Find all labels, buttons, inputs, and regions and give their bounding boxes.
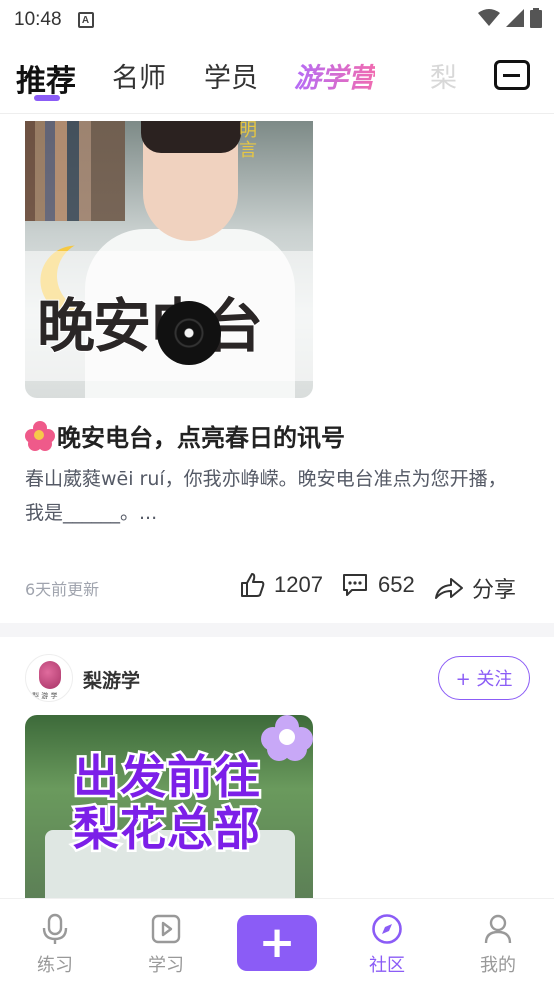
top-tab-bar: 推荐 名师 学员 游学营 梨 [0, 46, 554, 112]
post-thumbnail[interactable]: 出发前往 梨花总部 [25, 715, 313, 900]
post-excerpt[interactable]: 春山葳蕤wēi ruí，你我亦峥嵘。晚安电台准点为您开播，我是______。..… [25, 462, 525, 530]
author-row: 梨 游 学 梨游学 + 关注 [25, 652, 530, 704]
vertical-caption: 明言 [239, 121, 257, 161]
person-hair-graphic [141, 121, 241, 153]
create-post-button[interactable]: + [237, 915, 317, 971]
tab-recommend[interactable]: 推荐 [16, 56, 76, 100]
bottom-nav: 练习 学习 + 社区 我的 [0, 898, 554, 985]
comment-count: 652 [378, 572, 415, 597]
share-label: 分享 [472, 577, 517, 602]
microphone-icon [42, 913, 68, 944]
like-count: 1207 [274, 572, 323, 597]
flower-icon [25, 420, 55, 451]
wifi-icon [478, 9, 500, 26]
notification-icon: A [77, 12, 94, 28]
status-icons [478, 8, 542, 28]
nav-community[interactable]: 社区 [352, 913, 422, 977]
nav-label: 学习 [148, 955, 184, 976]
status-bar: 10:48 A [0, 0, 554, 40]
nav-label: 我的 [480, 955, 516, 976]
thumbnail-title-line2: 梨花总部 [71, 801, 263, 858]
share-button[interactable]: 分享 [434, 572, 516, 604]
nav-study[interactable]: 学习 [131, 913, 201, 977]
thumbs-up-icon [241, 573, 265, 597]
post-updated-time: 6天前更新 [25, 580, 100, 599]
tab-students[interactable]: 学员 [204, 56, 258, 95]
bookshelf-graphic [25, 121, 125, 221]
follow-button[interactable]: + 关注 [438, 656, 530, 700]
comment-button[interactable]: 652 [342, 572, 415, 598]
avatar[interactable]: 梨 游 学 [25, 654, 73, 702]
nav-profile[interactable]: 我的 [463, 913, 533, 977]
post-thumbnail[interactable]: 明言 晚安电台 [25, 121, 313, 398]
post-divider [0, 623, 554, 637]
vinyl-record-icon [157, 301, 221, 365]
tab-teachers[interactable]: 名师 [112, 56, 166, 95]
signal-icon [506, 9, 524, 27]
share-icon [435, 578, 463, 599]
mail-icon[interactable] [494, 60, 530, 90]
active-tab-indicator [34, 95, 60, 101]
thumbnail-title-line1: 出发前往 [71, 749, 263, 806]
thumbnail-title: 出发前往 梨花总部 [71, 749, 263, 858]
nav-label: 练习 [37, 955, 73, 976]
tab-study-camp[interactable]: 游学营 [294, 56, 375, 95]
comment-icon [343, 574, 367, 596]
post-title-text: 晚安电台，点亮春日的讯号 [57, 424, 345, 452]
avatar-caption: 梨 游 学 [32, 692, 58, 700]
nav-label: 社区 [369, 955, 405, 976]
thumbnail-title: 晚安电台 [36, 291, 264, 361]
microphone-icon [39, 661, 61, 689]
post-title[interactable]: 晚安电台，点亮春日的讯号 [25, 418, 345, 453]
flower-icon [261, 715, 313, 761]
battery-icon [530, 8, 542, 28]
like-button[interactable]: 1207 [240, 572, 323, 598]
nav-practice[interactable]: 练习 [20, 913, 90, 977]
status-time: 10:48 [14, 9, 62, 30]
tab-partial[interactable]: 梨 [430, 56, 457, 95]
compass-icon [372, 914, 402, 944]
user-icon [484, 914, 512, 944]
header-divider [0, 113, 554, 114]
author-name[interactable]: 梨游学 [83, 666, 140, 693]
play-icon [151, 914, 181, 944]
